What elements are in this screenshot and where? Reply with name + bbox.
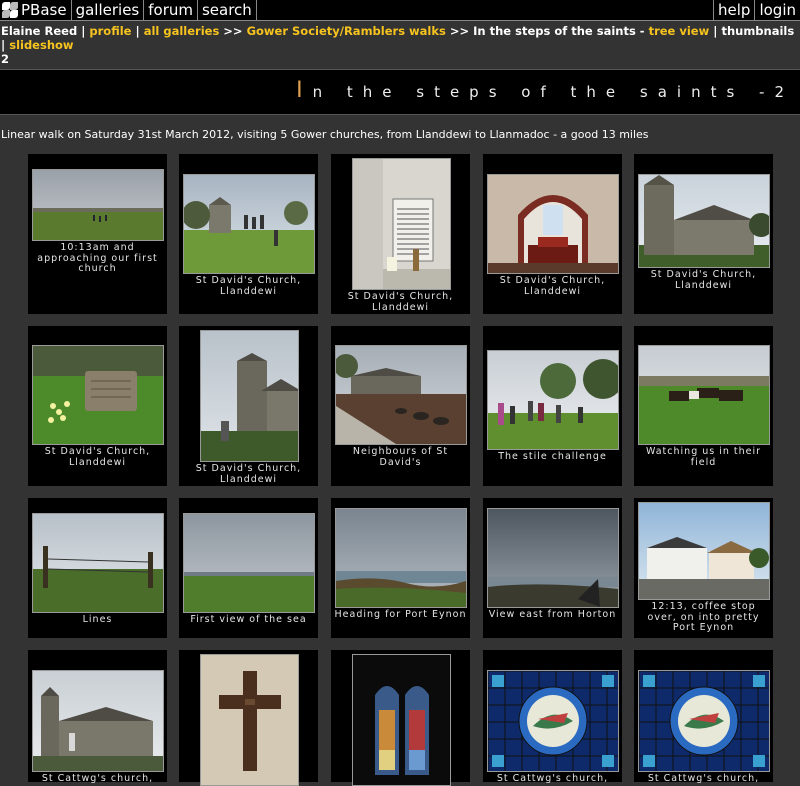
thumbnail-card[interactable]: St David's Church, Llanddewi bbox=[179, 154, 318, 314]
gallery-title-bar: In the steps of the saints -2 bbox=[0, 69, 800, 115]
breadcrumb-owner: Elaine Reed bbox=[1, 24, 78, 38]
thumbnail-card[interactable]: The stile challenge bbox=[483, 326, 622, 486]
breadcrumb-separator: >> bbox=[219, 24, 247, 38]
thumbnail-card[interactable]: St David's Church, Llanddewi bbox=[331, 154, 470, 314]
thumbnail-image[interactable] bbox=[200, 330, 299, 462]
thumbnail-caption: St David's Church, Llanddewi bbox=[499, 275, 606, 297]
gallery-description: Linear walk on Saturday 31st March 2012,… bbox=[1, 128, 649, 141]
breadcrumb: Elaine Reed | profile | all galleries >>… bbox=[0, 21, 800, 66]
nav-galleries[interactable]: galleries bbox=[72, 0, 145, 20]
thumbnail-image[interactable] bbox=[487, 350, 619, 450]
thumbnail-image[interactable] bbox=[487, 174, 619, 274]
thumbnail-card[interactable]: Lines bbox=[28, 498, 167, 638]
thumbnail-image[interactable] bbox=[32, 513, 164, 613]
thumbnail-caption: St Cattwg's church, bbox=[496, 773, 609, 784]
thumbnail-card[interactable]: St David's Church, Llanddewi bbox=[483, 154, 622, 314]
thumbnail-caption: Lines bbox=[82, 614, 113, 625]
thumbnail-caption: First view of the sea bbox=[190, 614, 307, 625]
thumbnail-card[interactable] bbox=[179, 650, 318, 786]
thumbnail-image[interactable] bbox=[487, 508, 619, 608]
thumbnail-caption: 12:13, coffee stop over, on into pretty … bbox=[647, 601, 760, 633]
thumbnail-card[interactable]: St Cattwg's church, bbox=[634, 650, 773, 784]
gallery-link[interactable]: Gower Society/Ramblers walks bbox=[247, 24, 446, 38]
thumbnail-image[interactable] bbox=[32, 345, 164, 445]
breadcrumb-separator: | bbox=[131, 24, 144, 38]
thumbnail-image[interactable] bbox=[183, 513, 315, 613]
thumbnail-image[interactable] bbox=[638, 670, 770, 772]
thumbnail-card[interactable]: Watching us in their field bbox=[634, 326, 773, 486]
logo-text: PBase bbox=[21, 1, 67, 19]
thumbnail-caption: The stile challenge bbox=[498, 451, 607, 462]
thumbnail-caption: Neighbours of St David's bbox=[352, 446, 449, 468]
nav-search[interactable]: search bbox=[198, 0, 257, 20]
breadcrumb-separator: | bbox=[77, 24, 90, 38]
title-initial: I bbox=[296, 78, 313, 103]
thumbnail-card[interactable]: St David's Church, Llanddewi bbox=[634, 154, 773, 314]
thumbnail-card[interactable]: 12:13, coffee stop over, on into pretty … bbox=[634, 498, 773, 638]
thumbnail-image[interactable] bbox=[32, 670, 164, 772]
thumbnail-card[interactable]: First view of the sea bbox=[179, 498, 318, 638]
thumbnail-caption: 10:13am and approaching our first church bbox=[37, 242, 158, 274]
thumbnail-card[interactable]: St Cattwg's church, bbox=[483, 650, 622, 784]
thumbnail-card[interactable] bbox=[331, 650, 470, 786]
breadcrumb-current: >> In the steps of the saints - bbox=[445, 24, 649, 38]
thumbnail-image[interactable] bbox=[638, 345, 770, 445]
thumbnail-caption: St Cattwg's church, bbox=[41, 773, 154, 784]
breadcrumb-page: 2 bbox=[1, 52, 10, 66]
thumbnail-caption: St David's Church, Llanddewi bbox=[195, 275, 302, 297]
thumbnail-caption: Heading for Port Eynon bbox=[334, 609, 467, 620]
thumbnail-card[interactable]: St David's Church, Llanddewi bbox=[179, 326, 318, 486]
thumbnail-image[interactable] bbox=[335, 508, 467, 608]
thumbnail-image[interactable] bbox=[32, 169, 164, 241]
thumbnail-caption: View east from Horton bbox=[488, 609, 617, 620]
nav-help[interactable]: help bbox=[713, 0, 754, 20]
pbase-logo-icon bbox=[2, 2, 18, 18]
thumbnail-image[interactable] bbox=[638, 174, 770, 268]
all-galleries-link[interactable]: all galleries bbox=[144, 24, 220, 38]
thumbnail-image[interactable] bbox=[487, 670, 619, 772]
thumbnail-card[interactable]: St Cattwg's church, bbox=[28, 650, 167, 784]
thumbnail-card[interactable]: 10:13am and approaching our first church bbox=[28, 154, 167, 314]
tree-view-link[interactable]: tree view bbox=[649, 24, 710, 38]
thumbnail-caption: St David's Church, Llanddewi bbox=[44, 446, 151, 468]
thumbnail-image[interactable] bbox=[335, 345, 467, 445]
thumbnail-caption: St Cattwg's church, bbox=[647, 773, 760, 784]
thumbnail-card[interactable]: St David's Church, Llanddewi bbox=[28, 326, 167, 486]
nav-login[interactable]: login bbox=[754, 0, 800, 20]
profile-link[interactable]: profile bbox=[89, 24, 131, 38]
gallery-title: In the steps of the saints -2 bbox=[296, 78, 794, 103]
nav-right: help login bbox=[713, 0, 800, 20]
thumbnail-image[interactable] bbox=[638, 502, 770, 600]
nav-forum[interactable]: forum bbox=[144, 0, 198, 20]
thumbnail-image[interactable] bbox=[183, 174, 315, 274]
thumbnail-card[interactable]: View east from Horton bbox=[483, 498, 622, 638]
thumbnail-caption: St David's Church, Llanddewi bbox=[650, 269, 757, 291]
thumbnail-caption: Watching us in their field bbox=[645, 446, 762, 468]
slideshow-link[interactable]: slideshow bbox=[9, 38, 73, 52]
thumbnail-image[interactable] bbox=[200, 654, 299, 786]
thumbnail-image[interactable] bbox=[352, 654, 451, 786]
thumbnail-caption: St David's Church, Llanddewi bbox=[195, 463, 302, 485]
top-navigation: PBase galleries forum search help login bbox=[0, 0, 800, 21]
thumbnail-card[interactable]: Heading for Port Eynon bbox=[331, 498, 470, 638]
pbase-logo[interactable]: PBase bbox=[0, 0, 72, 20]
thumbnail-caption: St David's Church, Llanddewi bbox=[347, 291, 454, 313]
thumbnail-image[interactable] bbox=[352, 158, 451, 290]
title-rest: n the steps of the saints -2 bbox=[312, 83, 794, 101]
thumbnail-card[interactable]: Neighbours of St David's bbox=[331, 326, 470, 486]
